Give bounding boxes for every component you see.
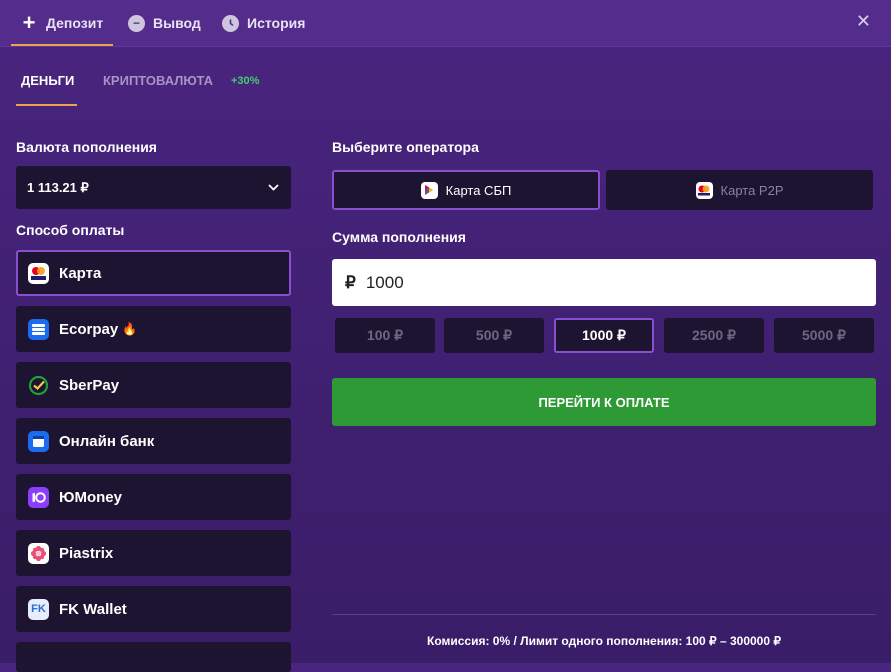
clock-icon — [222, 14, 239, 32]
method-sberpay[interactable]: SberPay — [16, 362, 291, 408]
operator-sbp[interactable]: Карта СБП — [332, 170, 600, 210]
method-piastrix[interactable]: Piastrix — [16, 530, 291, 576]
fk-wallet-icon: FK — [28, 598, 49, 620]
method-card[interactable]: Карта — [16, 250, 291, 296]
method-label: Piastrix — [59, 544, 114, 562]
method-label: Онлайн банк — [59, 432, 155, 450]
plus-icon: + — [22, 10, 36, 35]
method-fk-wallet[interactable]: FK FK Wallet — [16, 586, 291, 632]
operator-label: Выберите оператора — [332, 139, 479, 155]
method-label: Ecorpay — [59, 320, 119, 338]
method-label: FK Wallet — [59, 600, 127, 618]
card-visa-mastercard-icon — [28, 262, 49, 284]
method-yumoney[interactable]: ЮMoney — [16, 474, 291, 520]
yumoney-icon — [28, 486, 49, 508]
subtab-crypto[interactable]: КРИПТОВАЛЮТА — [103, 73, 213, 88]
tab-deposit-label: Депозит — [46, 15, 104, 31]
piastrix-icon — [28, 542, 49, 564]
operator-sbp-label: Карта СБП — [445, 182, 512, 198]
method-label: SberPay — [59, 376, 120, 394]
operator-p2p[interactable]: Карта P2P — [606, 170, 873, 210]
active-tab-indicator — [11, 44, 113, 46]
amount-input[interactable] — [363, 271, 668, 294]
method-online-bank[interactable]: Онлайн банк — [16, 418, 291, 464]
subtab-indicator — [16, 104, 77, 106]
preset-500[interactable]: 500 ₽ — [444, 318, 544, 353]
preset-2500[interactable]: 2500 ₽ — [664, 318, 764, 353]
footer-divider — [332, 614, 876, 615]
minus-circle-icon: − — [128, 14, 145, 32]
online-bank-icon — [28, 430, 49, 452]
chevron-down-icon — [268, 184, 279, 191]
top-bar: + Депозит − Вывод История ✕ — [0, 0, 891, 47]
ecorpay-icon — [28, 318, 49, 340]
payment-method-label: Способ оплаты — [16, 222, 125, 238]
method-label: Карта — [59, 264, 102, 282]
preset-5000[interactable]: 5000 ₽ — [774, 318, 874, 353]
mastercard-icon — [695, 181, 713, 199]
amount-field[interactable]: ₽ — [332, 259, 876, 306]
fire-icon: 🔥 — [122, 322, 138, 336]
ruble-sign: ₽ — [345, 272, 356, 292]
amount-label: Сумма пополнения — [332, 229, 466, 245]
method-ecorpay[interactable]: Ecorpay 🔥 — [16, 306, 291, 352]
operator-p2p-label: Карта P2P — [720, 182, 784, 198]
crypto-bonus-badge: +30% — [231, 75, 260, 87]
tab-history-label: История — [247, 15, 306, 31]
method-label: ЮMoney — [59, 488, 122, 506]
currency-select[interactable]: 1 113.21 ₽ — [16, 166, 291, 209]
subtab-money[interactable]: ДЕНЬГИ — [21, 73, 74, 88]
close-icon[interactable]: ✕ — [856, 11, 871, 32]
currency-value: 1 113.21 ₽ — [27, 179, 89, 195]
currency-label: Валюта пополнения — [16, 139, 157, 155]
sbp-icon — [420, 181, 438, 199]
tab-deposit[interactable]: + Депозит — [20, 0, 104, 46]
method-partial[interactable] — [16, 642, 291, 672]
tab-history[interactable]: История — [222, 0, 305, 46]
preset-100[interactable]: 100 ₽ — [335, 318, 435, 353]
tab-withdraw[interactable]: − Вывод — [128, 0, 201, 46]
commission-info: Комиссия: 0% / Лимит одного пополнения: … — [427, 634, 781, 648]
go-to-payment-button[interactable]: ПЕРЕЙТИ К ОПЛАТЕ — [332, 378, 876, 426]
tab-withdraw-label: Вывод — [153, 15, 201, 31]
preset-1000[interactable]: 1000 ₽ — [554, 318, 654, 353]
sberpay-icon — [28, 375, 49, 396]
